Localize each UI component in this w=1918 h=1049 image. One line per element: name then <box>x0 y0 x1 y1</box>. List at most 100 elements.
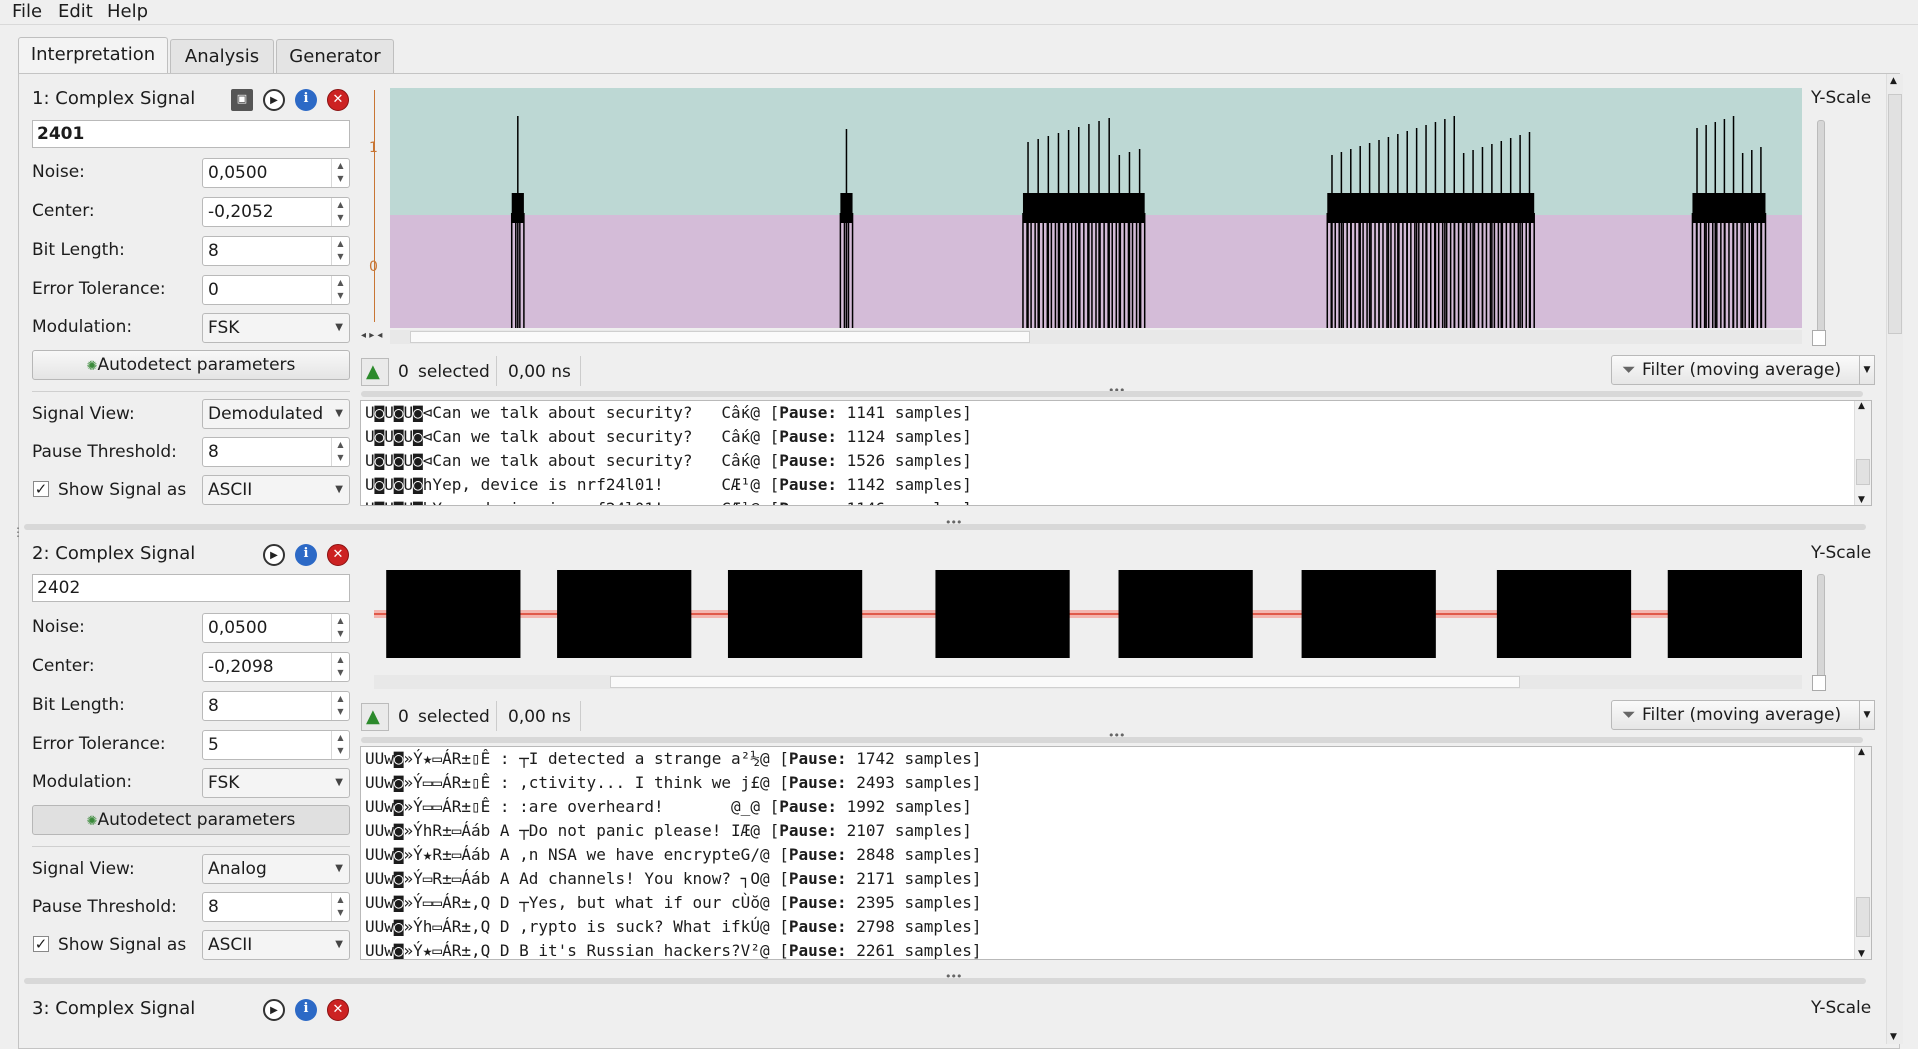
scroll-down-icon[interactable]: ▼ <box>1890 1032 1897 1042</box>
scroll-down-icon[interactable]: ▼ <box>1858 949 1865 959</box>
signal-2-protocol-text[interactable]: UUw◙»Ý★▭ÁR±▯Ê : ┬I detected a strange a²… <box>360 746 1872 960</box>
protocol-line[interactable]: U◙U◙U◙hYep, device is nrf24l01! CÆ¹@ [Pa… <box>365 499 972 505</box>
scroll-thumb[interactable] <box>610 676 1520 688</box>
signal-1-noise-spin[interactable]: 0,0500 ▲ ▼ <box>202 158 350 188</box>
signal-2-zoom-button[interactable]: ▲ <box>361 703 389 731</box>
protocol-line[interactable]: UUw◙»Ý▭▭ÁR±,Q D ┬Yes, but what if our cÙ… <box>365 893 982 912</box>
chevron-down-icon[interactable]: ▼ <box>1859 355 1875 385</box>
protocol-line[interactable]: UUw◙»Ý★R±▭Ááb A ,n NSA we have encrypteG… <box>365 845 982 864</box>
signal-2-yscale-slider[interactable] <box>1817 574 1825 688</box>
scroll-up-icon[interactable]: ▲ <box>1890 76 1897 86</box>
spin-arrows-icon[interactable]: ▲ ▼ <box>331 159 349 187</box>
signal-1-pause-spin[interactable]: 8 ▲ ▼ <box>202 437 350 467</box>
info-icon[interactable]: i <box>295 999 317 1021</box>
signal-1-filter-button[interactable]: ⏷ Filter (moving average) <box>1611 355 1861 385</box>
signal-1-view-combo[interactable]: Demodulated ▼ <box>202 399 350 429</box>
protocol-line[interactable]: UUw◙»Ý▭▭ÁR±▯Ê : :are overheard! @_@ [Pau… <box>365 797 972 816</box>
play-icon[interactable]: ▶ <box>263 999 285 1021</box>
signal-splitter[interactable] <box>24 978 1866 984</box>
signal-1-protocol-text[interactable]: U◙U◙U◙⊲Can we talk about security? Câќ@ … <box>360 400 1872 506</box>
tab-interpretation[interactable]: Interpretation <box>18 37 168 74</box>
side-grip[interactable]: ⋮ <box>12 526 24 538</box>
signal-2-pause-spin[interactable]: 8 ▲ ▼ <box>202 892 350 922</box>
spin-arrows-icon[interactable]: ▲ ▼ <box>331 438 349 466</box>
protocol-line[interactable]: U◙U◙U◙⊲Can we talk about security? Câќ@ … <box>365 403 972 422</box>
main-vscroll[interactable]: ▲ ▼ <box>1886 74 1903 1044</box>
scroll-up-icon[interactable]: ▲ <box>1858 401 1865 411</box>
signal-1-yscale-slider[interactable] <box>1817 120 1825 344</box>
signal-2-show-combo[interactable]: ASCII ▼ <box>202 930 350 960</box>
menu-help[interactable]: Help <box>107 1 148 22</box>
close-icon[interactable]: ✕ <box>327 89 349 111</box>
scroll-thumb[interactable] <box>1856 459 1870 485</box>
spin-arrows-icon[interactable]: ▲ ▼ <box>331 731 349 759</box>
signal-splitter[interactable] <box>24 524 1866 530</box>
signal-2-hscrollbar[interactable] <box>374 675 1802 689</box>
signal-1-zoom-button[interactable]: ▲ <box>361 358 389 386</box>
spin-arrows-icon[interactable]: ▲ ▼ <box>331 692 349 720</box>
signal-1-show-checkbox[interactable]: ✓ <box>33 481 49 497</box>
signal-2-errtol-spin[interactable]: 5 ▲ ▼ <box>202 730 350 760</box>
scroll-thumb[interactable] <box>410 331 1030 343</box>
signal-1-show-combo[interactable]: ASCII ▼ <box>202 475 350 505</box>
signal-1-graphic[interactable] <box>390 88 1802 328</box>
signal-1-name-input[interactable]: 2401 <box>32 120 350 148</box>
menu-edit[interactable]: Edit <box>58 1 93 22</box>
menu-file[interactable]: File <box>12 1 42 22</box>
spin-arrows-icon[interactable]: ▲ ▼ <box>331 198 349 226</box>
signal-1-modulation-combo[interactable]: FSK ▼ <box>202 313 350 343</box>
signal-2-autodetect-button[interactable]: ✺Autodetect parameters <box>32 805 350 835</box>
play-icon[interactable]: ▶ <box>263 89 285 111</box>
signal-2-splitter[interactable] <box>361 737 1863 743</box>
signal-2-noise-spin[interactable]: 0,0500 ▲ ▼ <box>202 613 350 643</box>
protocol-line[interactable]: UUw◙»ÝhR±▭Ááb A ┬Do not panic please! IÆ… <box>365 821 972 840</box>
signal-1-splitter[interactable] <box>361 391 1863 397</box>
protocol-line[interactable]: UUw◙»Ýh▭ÁR±,Q D ,rypto is suck? What ifk… <box>365 917 982 936</box>
spin-arrows-icon[interactable]: ▲ ▼ <box>331 237 349 265</box>
signal-1-bitlen-spin[interactable]: 8 ▲ ▼ <box>202 236 350 266</box>
signal-2-show-checkbox[interactable]: ✓ <box>33 936 49 952</box>
scroll-arrows-icon[interactable]: ◂ ▸ ◂ <box>361 330 382 341</box>
info-icon[interactable]: i <box>295 89 317 111</box>
signal-2-graphic[interactable] <box>374 560 1802 668</box>
signal-2-text-vscroll[interactable]: ▲ ▼ <box>1854 747 1871 959</box>
scroll-up-icon[interactable]: ▲ <box>1858 747 1865 757</box>
spin-arrows-icon[interactable]: ▲ ▼ <box>331 653 349 681</box>
slider-handle[interactable] <box>1812 330 1826 346</box>
signal-1-center-spin[interactable]: -0,2052 ▲ ▼ <box>202 197 350 227</box>
slider-handle[interactable] <box>1812 675 1826 691</box>
close-icon[interactable]: ✕ <box>327 999 349 1021</box>
pause-value: 1141 <box>837 403 895 422</box>
scroll-down-icon[interactable]: ▼ <box>1858 495 1865 505</box>
tab-analysis[interactable]: Analysis <box>170 39 274 73</box>
signal-1-hscrollbar[interactable] <box>390 330 1802 344</box>
scroll-thumb[interactable] <box>1856 897 1870 937</box>
spin-arrows-icon[interactable]: ▲ ▼ <box>331 276 349 304</box>
signal-2-modulation-combo[interactable]: FSK ▼ <box>202 768 350 798</box>
protocol-line[interactable]: UUw◙»Ý▭▭ÁR±▯Ê : ,ctivity... I think we j… <box>365 773 982 792</box>
signal-2-view-combo[interactable]: Analog ▼ <box>202 854 350 884</box>
signal-2-filter-button[interactable]: ⏷ Filter (moving average) <box>1611 700 1861 730</box>
signal-2-center-spin[interactable]: -0,2098 ▲ ▼ <box>202 652 350 682</box>
play-icon[interactable]: ▶ <box>263 544 285 566</box>
signal-2-name-input[interactable]: 2402 <box>32 574 350 602</box>
spin-arrows-icon[interactable]: ▲ ▼ <box>331 893 349 921</box>
save-icon[interactable]: ▣ <box>231 89 253 111</box>
protocol-line[interactable]: U◙U◙U◙hYep, device is nrf24l01! CÆ¹@ [Pa… <box>365 475 972 494</box>
signal-1-autodetect-button[interactable]: ✺Autodetect parameters <box>32 350 350 380</box>
protocol-line[interactable]: U◙U◙U◙⊲Can we talk about security? Câќ@ … <box>365 451 972 470</box>
protocol-line[interactable]: U◙U◙U◙⊲Can we talk about security? Câќ@ … <box>365 427 972 446</box>
chevron-down-icon[interactable]: ▼ <box>1859 700 1875 730</box>
info-icon[interactable]: i <box>295 544 317 566</box>
protocol-line[interactable]: UUw◙»Ý★▭ÁR±,Q D B it's Russian hackers?V… <box>365 941 982 959</box>
scroll-thumb[interactable] <box>1888 94 1902 334</box>
spin-arrows-icon[interactable]: ▲ ▼ <box>331 614 349 642</box>
divider <box>32 391 350 392</box>
protocol-line[interactable]: UUw◙»Ý▭R±▭Ááb A Ad channels! You know? ┐… <box>365 869 982 888</box>
close-icon[interactable]: ✕ <box>327 544 349 566</box>
signal-1-text-vscroll[interactable]: ▲ ▼ <box>1854 401 1871 505</box>
protocol-line[interactable]: UUw◙»Ý★▭ÁR±▯Ê : ┬I detected a strange a²… <box>365 749 982 768</box>
signal-2-bitlen-spin[interactable]: 8 ▲ ▼ <box>202 691 350 721</box>
tab-generator[interactable]: Generator <box>276 39 394 73</box>
signal-1-errtol-spin[interactable]: 0 ▲ ▼ <box>202 275 350 305</box>
